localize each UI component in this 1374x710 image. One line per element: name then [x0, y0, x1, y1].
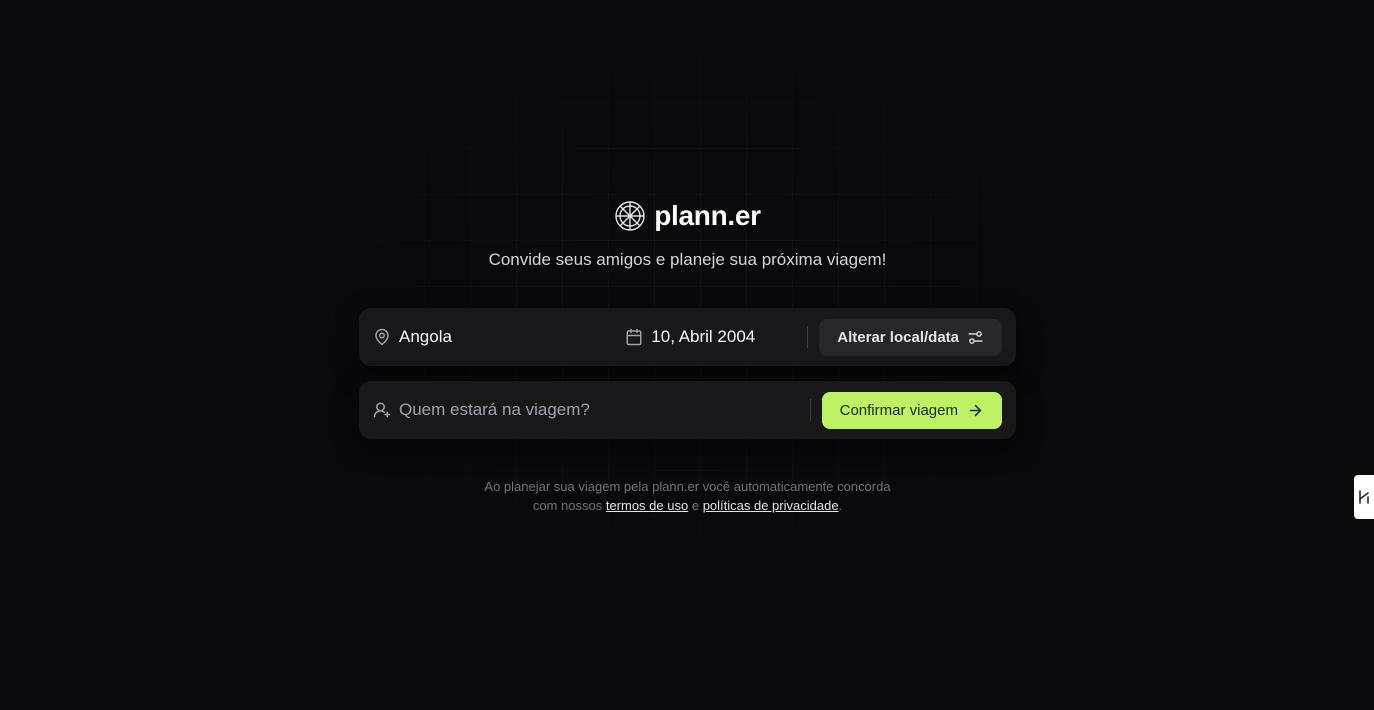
settings-sliders-icon	[967, 329, 984, 346]
confirm-trip-button[interactable]: Confirmar viagem	[821, 391, 1002, 429]
guests-input[interactable]	[399, 400, 798, 420]
widget-icon	[1358, 489, 1370, 505]
legal-line-1: Ao planejar sua viagem pela plann.er voc…	[484, 479, 891, 494]
change-button-label: Alterar local/data	[837, 328, 959, 346]
destination-bar: Angola 10, Abril 2004 Alterar local/data	[359, 308, 1016, 366]
guests-bar: Confirmar viagem	[359, 381, 1016, 439]
terms-of-use-link[interactable]: termos de uso	[606, 498, 688, 513]
brand-logo: plann.er	[359, 199, 1016, 233]
tagline: Convide seus amigos e planeje sua próxim…	[488, 250, 887, 269]
change-location-date-button[interactable]: Alterar local/data	[819, 318, 1002, 356]
date-value: 10, Abril 2004	[651, 327, 756, 346]
location-field[interactable]: Angola	[373, 327, 625, 347]
legal-line-2: com nossos termos de uso e políticas de …	[359, 496, 1016, 515]
map-pin-icon	[373, 328, 391, 346]
location-value: Angola	[399, 327, 452, 346]
side-widget-tab[interactable]	[1354, 475, 1374, 519]
date-field[interactable]: 10, Abril 2004	[625, 327, 795, 347]
legal-prefix: com nossos	[532, 498, 603, 513]
legal-period: .	[838, 498, 843, 513]
user-plus-icon	[373, 401, 391, 419]
confirm-button-label: Confirmar viagem	[839, 401, 958, 419]
arrow-right-icon	[967, 402, 984, 419]
divider	[807, 326, 809, 348]
globe-icon	[614, 200, 646, 232]
guests-field	[373, 400, 798, 420]
divider	[809, 399, 811, 421]
legal-conjunction: e	[691, 498, 700, 513]
brand-name: plann.er	[654, 200, 761, 231]
privacy-policy-link[interactable]: políticas de privacidade	[703, 498, 839, 513]
calendar-icon	[625, 328, 643, 346]
legal-notice: Ao planejar sua viagem pela plann.er voc…	[359, 477, 1016, 515]
main-container: plann.er Convide seus amigos e planeje s…	[359, 199, 1016, 515]
